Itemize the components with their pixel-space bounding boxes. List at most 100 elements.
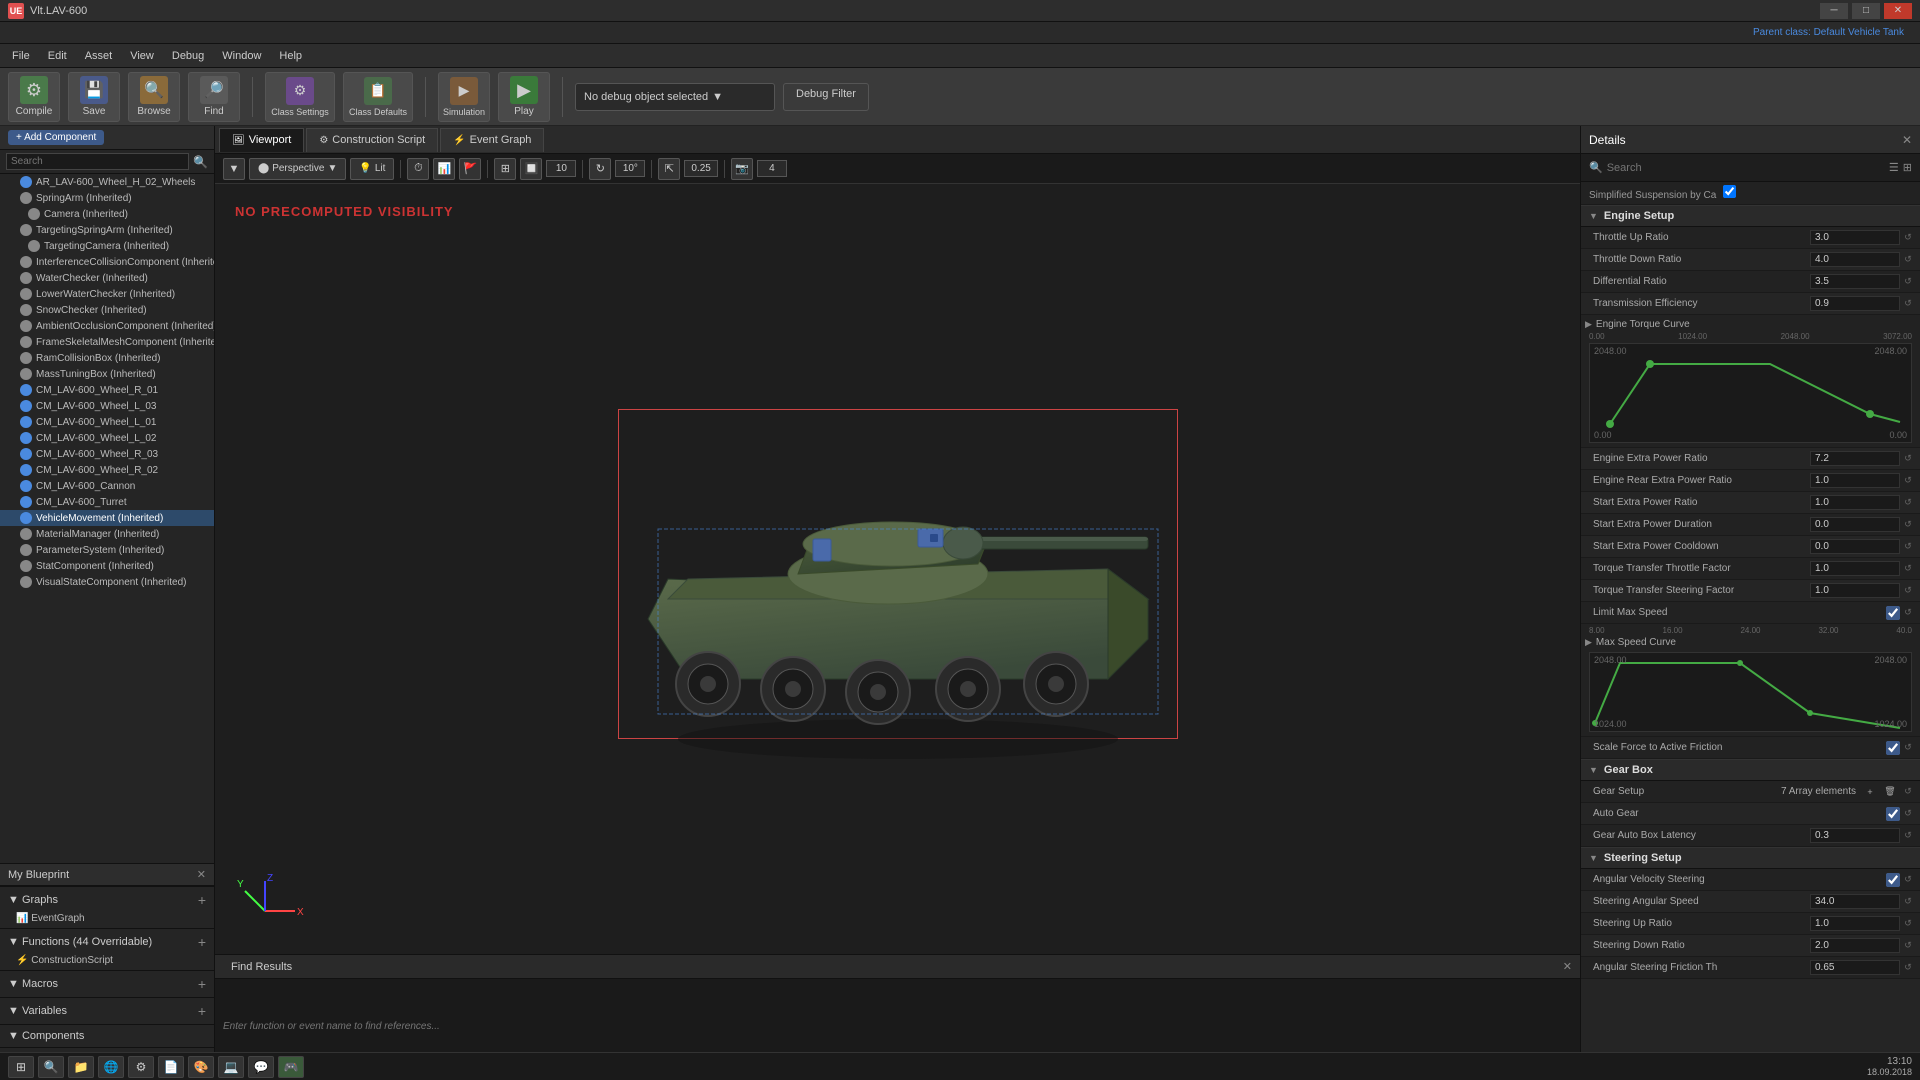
component-item[interactable]: CM_LAV-600_Wheel_L_02 bbox=[0, 430, 214, 446]
components-bp-header[interactable]: ▼ Components bbox=[0, 1027, 214, 1045]
simplified-suspension-checkbox[interactable] bbox=[1723, 185, 1736, 198]
angular-velocity-steering-checkbox[interactable] bbox=[1886, 873, 1900, 887]
component-item[interactable]: CM_LAV-600_Cannon bbox=[0, 478, 214, 494]
graphs-header[interactable]: ▼ Graphs + bbox=[0, 889, 214, 911]
steering-up-ratio-reset-button[interactable]: ↺ bbox=[1900, 916, 1916, 932]
scale-force-reset-button[interactable]: ↺ bbox=[1900, 740, 1916, 756]
component-item[interactable]: InterferenceCollisionComponent (Inherite bbox=[0, 254, 214, 270]
lit-button[interactable]: 💡 Lit bbox=[350, 158, 394, 180]
menu-file[interactable]: File bbox=[4, 48, 38, 64]
add-graph-icon[interactable]: + bbox=[198, 892, 206, 908]
menu-edit[interactable]: Edit bbox=[40, 48, 75, 64]
transmission-efficiency-reset-button[interactable]: ↺ bbox=[1900, 296, 1916, 312]
browse-button[interactable]: 🔍 Browse bbox=[128, 72, 180, 122]
find-results-close-icon[interactable]: ✕ bbox=[1563, 960, 1572, 973]
engine-setup-section-header[interactable]: ▼ Engine Setup bbox=[1581, 205, 1920, 227]
perspective-button[interactable]: ⬤ Perspective ▼ bbox=[249, 158, 346, 180]
start-button[interactable]: ⊞ bbox=[8, 1056, 34, 1078]
start-extra-power-cooldown-reset-button[interactable]: ↺ bbox=[1900, 539, 1916, 555]
component-search-input[interactable] bbox=[6, 153, 189, 170]
tab-construction-script[interactable]: ⚙ Construction Script bbox=[306, 128, 438, 152]
steering-up-ratio-value[interactable]: 1.0 bbox=[1810, 916, 1900, 931]
camera-speed-button[interactable]: 📷 bbox=[731, 158, 753, 180]
scale-force-checkbox[interactable] bbox=[1886, 741, 1900, 755]
engine-rear-extra-power-reset-button[interactable]: ↺ bbox=[1900, 473, 1916, 489]
details-search-input[interactable] bbox=[1607, 162, 1885, 174]
component-item[interactable]: CM_LAV-600_Wheel_R_02 bbox=[0, 462, 214, 478]
start-extra-power-ratio-value[interactable]: 1.0 bbox=[1810, 495, 1900, 510]
component-item[interactable]: AR_LAV-600_Wheel_H_02_Wheels bbox=[0, 174, 214, 190]
debug-filter-button[interactable]: Debug Filter bbox=[783, 83, 869, 111]
gear-auto-box-latency-reset-button[interactable]: ↺ bbox=[1900, 828, 1916, 844]
component-item[interactable]: SnowChecker (Inherited) bbox=[0, 302, 214, 318]
viewport-options-button[interactable]: ▼ bbox=[223, 158, 245, 180]
save-button[interactable]: 💾 Save bbox=[68, 72, 120, 122]
limit-max-speed-checkbox[interactable] bbox=[1886, 606, 1900, 620]
component-item[interactable]: RamCollisionBox (Inherited) bbox=[0, 350, 214, 366]
construction-script-item[interactable]: ⚡ ConstructionScript bbox=[0, 953, 214, 968]
menu-asset[interactable]: Asset bbox=[77, 48, 121, 64]
play-button[interactable]: ▶ Play bbox=[498, 72, 550, 122]
close-button[interactable]: ✕ bbox=[1884, 3, 1912, 19]
steering-angular-speed-value[interactable]: 34.0 bbox=[1810, 894, 1900, 909]
component-item[interactable]: MaterialManager (Inherited) bbox=[0, 526, 214, 542]
start-extra-power-duration-value[interactable]: 0.0 bbox=[1810, 517, 1900, 532]
max-speed-curve-header[interactable]: ▶ Max Speed Curve bbox=[1585, 635, 1916, 650]
add-variable-icon[interactable]: + bbox=[198, 1003, 206, 1019]
throttle-down-ratio-reset-button[interactable]: ↺ bbox=[1900, 252, 1916, 268]
torque-transfer-steering-reset-button[interactable]: ↺ bbox=[1900, 583, 1916, 599]
steering-setup-section-header[interactable]: ▼ Steering Setup bbox=[1581, 847, 1920, 869]
details-close-icon[interactable]: ✕ bbox=[1902, 133, 1912, 147]
component-item[interactable]: TargetingSpringArm (Inherited) bbox=[0, 222, 214, 238]
component-item[interactable]: CM_LAV-600_Wheel_L_01 bbox=[0, 414, 214, 430]
class-defaults-button[interactable]: 📋 Class Defaults bbox=[343, 72, 413, 122]
file-explorer-button[interactable]: 📁 bbox=[68, 1056, 94, 1078]
steering-angular-speed-reset-button[interactable]: ↺ bbox=[1900, 894, 1916, 910]
surface-snap-button[interactable]: 🔲 bbox=[520, 158, 542, 180]
limit-max-speed-reset-button[interactable]: ↺ bbox=[1900, 605, 1916, 621]
viewport-area[interactable]: NO PRECOMPUTED VISIBILITY bbox=[215, 184, 1580, 954]
find-button[interactable]: 🔎 Find bbox=[188, 72, 240, 122]
steering-down-ratio-value[interactable]: 2.0 bbox=[1810, 938, 1900, 953]
component-item[interactable]: ParameterSystem (Inherited) bbox=[0, 542, 214, 558]
scale-snap-button[interactable]: ⇱ bbox=[658, 158, 680, 180]
component-item[interactable]: CM_LAV-600_Wheel_R_01 bbox=[0, 382, 214, 398]
add-function-icon[interactable]: + bbox=[198, 934, 206, 950]
details-grid-icon[interactable]: ⊞ bbox=[1903, 161, 1912, 174]
gear-auto-box-latency-value[interactable]: 0.3 bbox=[1810, 828, 1900, 843]
engine-torque-curve-chart[interactable]: 2048.00 2048.00 0.00 0.00 bbox=[1589, 343, 1912, 443]
show-flag-button[interactable]: 🚩 bbox=[459, 158, 481, 180]
component-item[interactable]: FrameSkeletalMeshComponent (Inherited: bbox=[0, 334, 214, 350]
gear-setup-delete-button[interactable]: 🗑 bbox=[1880, 784, 1900, 800]
torque-transfer-steering-value[interactable]: 1.0 bbox=[1810, 583, 1900, 598]
throttle-up-ratio-reset-button[interactable]: ↺ bbox=[1900, 230, 1916, 246]
start-extra-power-duration-reset-button[interactable]: ↺ bbox=[1900, 517, 1916, 533]
class-settings-button[interactable]: ⚙ Class Settings bbox=[265, 72, 335, 122]
gear-setup-reset-button[interactable]: ↺ bbox=[1900, 784, 1916, 800]
component-item[interactable]: WaterChecker (Inherited) bbox=[0, 270, 214, 286]
show-stats-button[interactable]: 📊 bbox=[433, 158, 455, 180]
angular-steering-friction-value[interactable]: 0.65 bbox=[1810, 960, 1900, 975]
window-controls[interactable]: ─ □ ✕ bbox=[1820, 3, 1912, 19]
settings-button[interactable]: ⚙ bbox=[128, 1056, 154, 1078]
component-item[interactable]: StatComponent (Inherited) bbox=[0, 558, 214, 574]
my-blueprint-close-icon[interactable]: ✕ bbox=[197, 868, 206, 881]
browser-button[interactable]: 🌐 bbox=[98, 1056, 124, 1078]
ue4-button[interactable]: 🎮 bbox=[278, 1056, 304, 1078]
torque-transfer-throttle-value[interactable]: 1.0 bbox=[1810, 561, 1900, 576]
auto-gear-checkbox[interactable] bbox=[1886, 807, 1900, 821]
add-macro-icon[interactable]: + bbox=[198, 976, 206, 992]
component-item[interactable]: CM_LAV-600_Wheel_L_03 bbox=[0, 398, 214, 414]
macros-header[interactable]: ▼ Macros + bbox=[0, 973, 214, 995]
gear-box-section-header[interactable]: ▼ Gear Box bbox=[1581, 759, 1920, 781]
component-item[interactable]: AmbientOcclusionComponent (Inherited) bbox=[0, 318, 214, 334]
engine-extra-power-ratio-value[interactable]: 7.2 bbox=[1810, 451, 1900, 466]
simulation-button[interactable]: ▶ Simulation bbox=[438, 72, 490, 122]
ide-button[interactable]: 💻 bbox=[218, 1056, 244, 1078]
menu-help[interactable]: Help bbox=[271, 48, 310, 64]
transmission-efficiency-value[interactable]: 0.9 bbox=[1810, 296, 1900, 311]
max-speed-curve-chart[interactable]: 2048.00 2048.00 1024.00 1024.00 bbox=[1589, 652, 1912, 732]
maximize-button[interactable]: □ bbox=[1852, 3, 1880, 19]
menu-debug[interactable]: Debug bbox=[164, 48, 212, 64]
menu-view[interactable]: View bbox=[122, 48, 162, 64]
